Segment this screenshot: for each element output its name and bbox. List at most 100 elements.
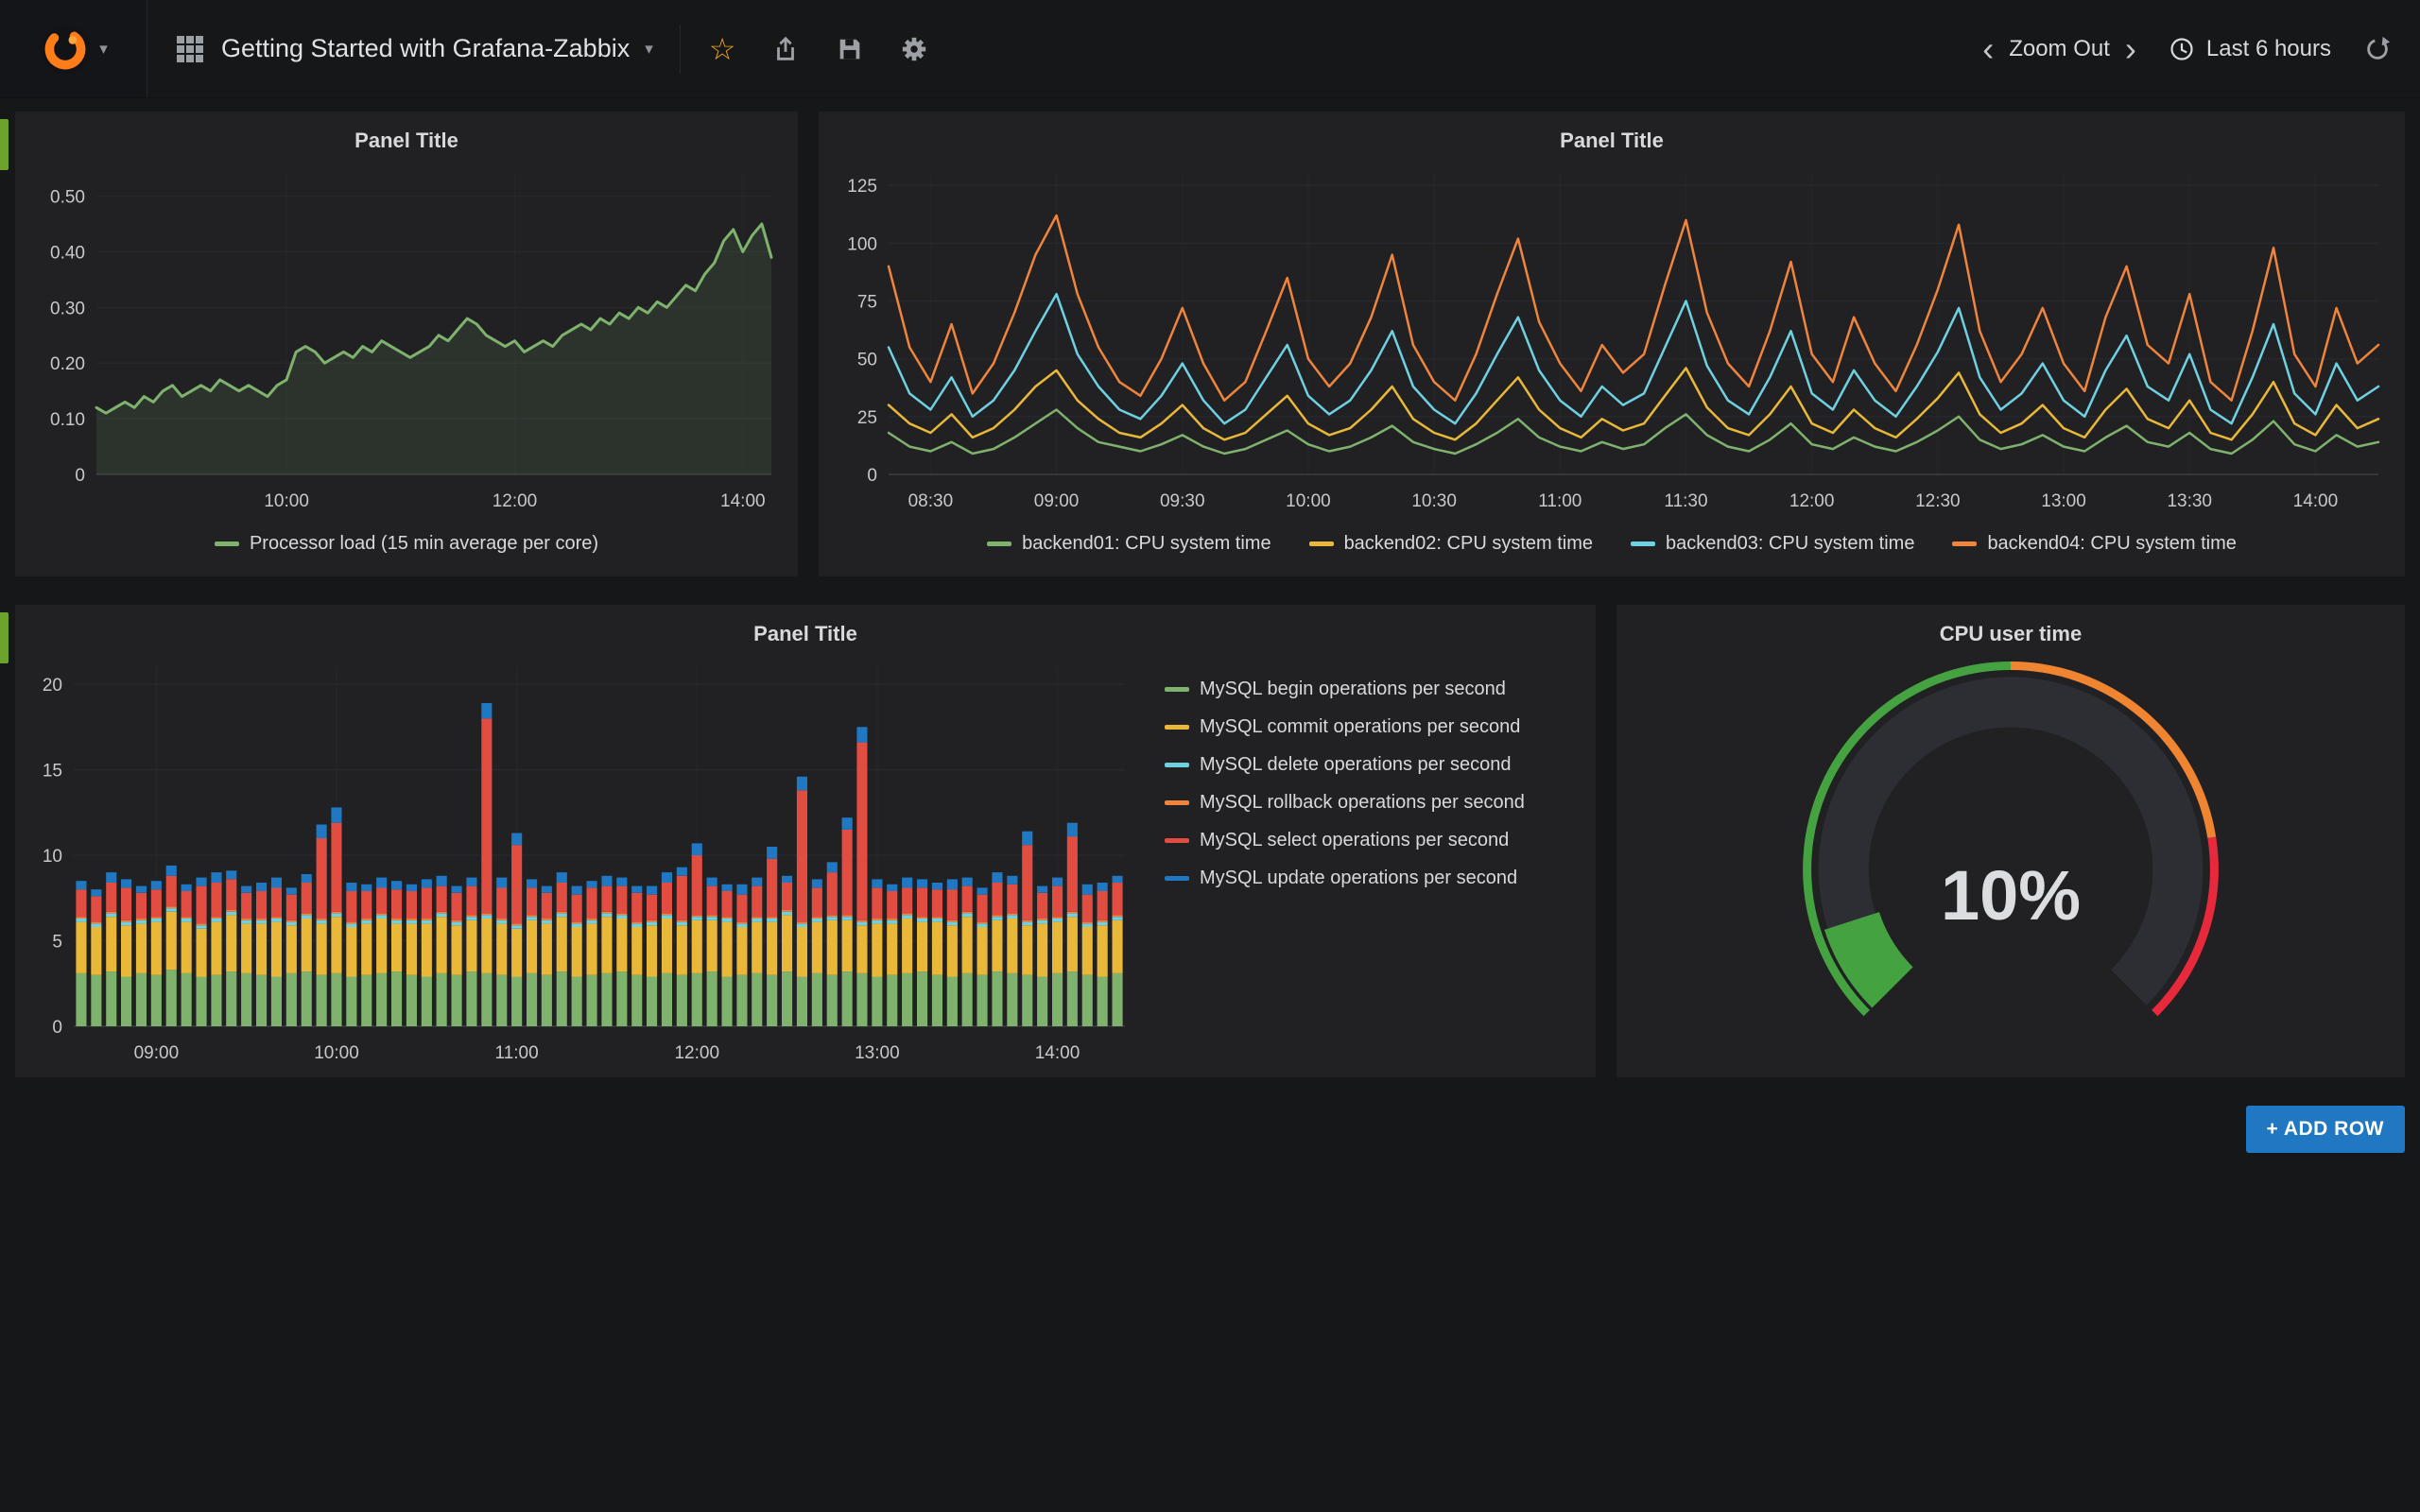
svg-text:25: 25 (857, 408, 877, 428)
svg-text:50: 50 (857, 351, 877, 370)
row-collapse-handle[interactable] (0, 612, 9, 663)
dashboard-dropdown-caret: ▾ (645, 41, 653, 57)
svg-text:14:00: 14:00 (1035, 1043, 1080, 1063)
time-range-picker[interactable]: Last 6 hours (2169, 36, 2331, 62)
grafana-logo-icon (39, 23, 92, 76)
legend-item[interactable]: MySQL update operations per second (1165, 868, 1584, 889)
save-button[interactable] (836, 35, 864, 63)
svg-text:13:00: 13:00 (855, 1043, 900, 1063)
add-row-button[interactable]: + ADD ROW (2246, 1106, 2405, 1153)
cpu-user-gauge[interactable]: 10% (1628, 652, 2394, 1070)
add-row-bar: + ADD ROW (15, 1106, 2405, 1153)
legend-item[interactable]: Processor load (15 min average per core) (215, 533, 598, 555)
legend-color-dash (1165, 725, 1189, 730)
svg-text:11:00: 11:00 (495, 1043, 539, 1063)
processor-load-svg[interactable]: 10:0012:0014:0000.100.200.300.400.50 (26, 159, 786, 518)
legend-item[interactable]: backend03: CPU system time (1631, 533, 1914, 555)
svg-text:12:00: 12:00 (674, 1043, 719, 1063)
legend-color-dash (987, 541, 1011, 546)
svg-text:10:00: 10:00 (314, 1043, 359, 1063)
time-forward-button[interactable]: › (2114, 32, 2148, 66)
panel-title[interactable]: CPU user time (1628, 614, 2394, 652)
time-back-button[interactable]: ‹ (1971, 32, 2005, 66)
share-button[interactable] (771, 35, 800, 63)
legend-item[interactable]: MySQL commit operations per second (1165, 716, 1584, 738)
processor-load-chart[interactable]: 10:0012:0014:0000.100.200.300.400.50 (26, 159, 786, 518)
svg-text:10: 10 (43, 847, 62, 867)
star-button[interactable]: ☆ (709, 34, 736, 64)
svg-text:5: 5 (52, 933, 62, 953)
legend-item[interactable]: MySQL begin operations per second (1165, 679, 1584, 700)
legend-item[interactable]: MySQL rollback operations per second (1165, 792, 1584, 814)
svg-text:13:00: 13:00 (2041, 491, 2086, 511)
svg-text:0: 0 (52, 1018, 62, 1038)
panel-title[interactable]: Panel Title (26, 614, 1584, 652)
chart-legend: MySQL begin operations per second MySQL c… (1140, 652, 1584, 1070)
svg-text:0.10: 0.10 (50, 410, 85, 430)
svg-text:10:00: 10:00 (264, 491, 309, 511)
legend-item[interactable]: MySQL select operations per second (1165, 830, 1584, 851)
legend-item[interactable]: backend04: CPU system time (1952, 533, 2236, 555)
dashboard-grid-icon (176, 35, 204, 63)
legend-item[interactable]: backend01: CPU system time (987, 533, 1270, 555)
legend-label: backend02: CPU system time (1344, 533, 1593, 555)
svg-text:15: 15 (43, 762, 62, 782)
refresh-icon (2363, 35, 2392, 63)
svg-text:125: 125 (847, 177, 877, 197)
svg-text:0.40: 0.40 (50, 243, 85, 263)
legend-color-dash (1631, 541, 1655, 546)
legend-color-dash (1952, 541, 1977, 546)
svg-text:0: 0 (867, 466, 877, 486)
legend-label: backend01: CPU system time (1022, 533, 1270, 555)
grafana-logo-button[interactable]: ▾ (0, 0, 147, 97)
gear-icon (900, 35, 928, 63)
refresh-button[interactable] (2363, 35, 2392, 63)
legend-label: MySQL update operations per second (1200, 868, 1517, 889)
svg-text:08:30: 08:30 (908, 491, 954, 511)
legend-label: backend04: CPU system time (1987, 533, 2236, 555)
svg-text:14:00: 14:00 (2293, 491, 2339, 511)
cpu-system-time-svg[interactable]: 08:3009:0009:3010:0010:3011:0011:3012:00… (830, 159, 2394, 518)
svg-text:10:00: 10:00 (1286, 491, 1331, 511)
dashboard: Panel Title 10:0012:0014:0000.100.200.30… (0, 98, 2420, 1153)
legend-label: backend03: CPU system time (1666, 533, 1914, 555)
mysql-operations-chart[interactable]: 09:0010:0011:0012:0013:0014:0005101520 (26, 652, 1140, 1070)
gauge-value-text: 10% (1941, 856, 2081, 935)
panel-title[interactable]: Panel Title (830, 121, 2394, 159)
svg-text:09:00: 09:00 (1034, 491, 1080, 511)
cpu-system-time-chart[interactable]: 08:3009:0009:3010:0010:3011:0011:3012:00… (830, 159, 2394, 518)
legend-color-dash (1309, 541, 1334, 546)
legend-color-dash (215, 541, 239, 546)
svg-text:13:30: 13:30 (2167, 491, 2212, 511)
svg-text:11:00: 11:00 (1538, 491, 1582, 511)
row-collapse-handle[interactable] (0, 119, 9, 170)
dashboard-row-2: Panel Title 09:0010:0011:0012:0013:0014:… (15, 605, 2405, 1077)
chart-legend: Processor load (15 min average per core) (26, 518, 786, 569)
svg-text:09:30: 09:30 (1160, 491, 1205, 511)
share-icon (771, 35, 800, 63)
legend-label: MySQL begin operations per second (1200, 679, 1506, 700)
svg-text:14:00: 14:00 (720, 491, 766, 511)
svg-text:75: 75 (857, 293, 877, 313)
cpu-user-svg[interactable]: 10% (1628, 652, 2394, 1070)
svg-text:0.50: 0.50 (50, 188, 85, 208)
panel-mysql-operations: Panel Title 09:0010:0011:0012:0013:0014:… (15, 605, 1596, 1077)
zoom-out-button[interactable]: Zoom Out (2005, 36, 2114, 62)
panel-processor-load: Panel Title 10:0012:0014:0000.100.200.30… (15, 112, 798, 576)
dashboard-actions: ☆ (680, 25, 929, 74)
svg-text:0: 0 (75, 466, 85, 486)
mysql-operations-svg[interactable]: 09:0010:0011:0012:0013:0014:0005101520 (26, 652, 1140, 1070)
svg-text:12:00: 12:00 (493, 491, 538, 511)
time-controls: ‹ Zoom Out › Last 6 hours (1971, 32, 2420, 66)
svg-text:100: 100 (847, 234, 877, 254)
panel-title[interactable]: Panel Title (26, 121, 786, 159)
plus-icon: + (2267, 1118, 2279, 1140)
navbar: ▾ Getting Started with Grafana-Zabbix ▾ … (0, 0, 2420, 98)
legend-item[interactable]: backend02: CPU system time (1309, 533, 1593, 555)
legend-item[interactable]: MySQL delete operations per second (1165, 754, 1584, 776)
svg-text:11:30: 11:30 (1664, 491, 1707, 511)
settings-button[interactable] (900, 35, 928, 63)
legend-color-dash (1165, 687, 1189, 692)
dashboard-picker[interactable]: Getting Started with Grafana-Zabbix ▾ (176, 0, 653, 97)
svg-text:12:00: 12:00 (1789, 491, 1835, 511)
